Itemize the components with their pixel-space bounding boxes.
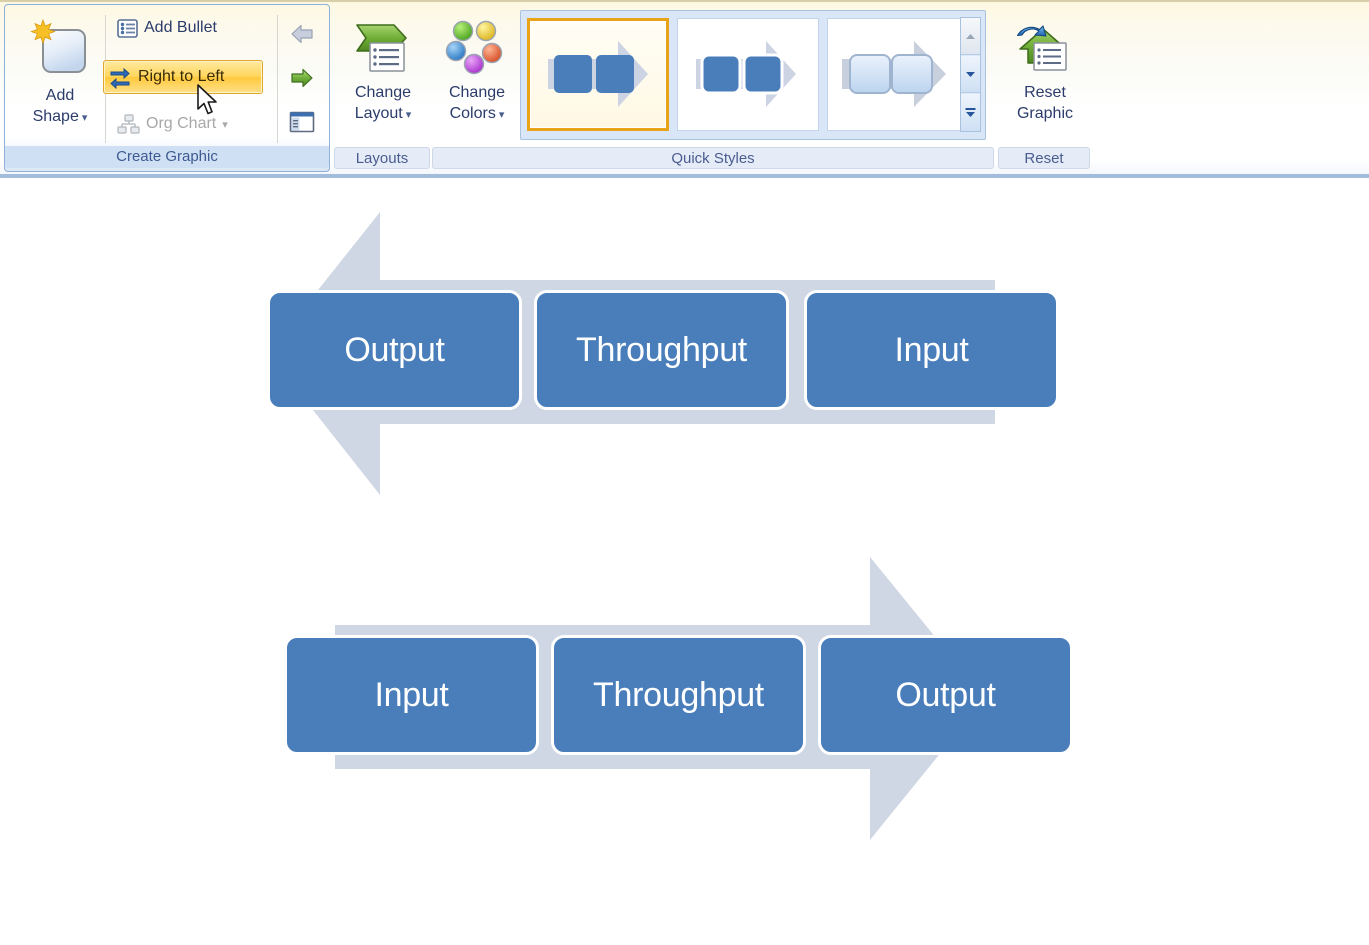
node-label: Throughput [593, 675, 764, 714]
scroll-up-button[interactable] [961, 18, 980, 55]
group-label-reset: Reset [998, 147, 1090, 169]
quick-styles-body: Change Colors ▾ [432, 4, 994, 149]
smartart-diagram-left-to-right[interactable]: Input Throughput Output [270, 547, 1073, 867]
change-layout-icon [352, 19, 414, 82]
add-shape-button[interactable]: Add Shape ▾ [15, 11, 105, 145]
node-input-1[interactable]: Input [804, 290, 1059, 410]
ribbon: Add Shape ▾ Add Bullet Right to Left Org… [0, 0, 1369, 178]
node-label: Output [895, 675, 996, 714]
node-label: Input [894, 330, 969, 369]
node-label: Input [374, 675, 449, 714]
chevron-down-icon: ▾ [78, 112, 88, 124]
chevron-down-icon: ▾ [402, 109, 412, 121]
promote-left-arrow-icon [289, 22, 315, 46]
change-layout-button[interactable]: Change Layout ▾ [338, 10, 428, 144]
add-shape-label-line1: Add [45, 87, 75, 104]
quick-style-item-subtle-effect[interactable] [677, 18, 819, 131]
quick-styles-scrollbar[interactable] [960, 17, 981, 132]
right-to-left-button[interactable]: Right to Left [103, 60, 263, 94]
demote-right-arrow-icon [289, 66, 315, 90]
promote-button[interactable] [284, 17, 320, 51]
add-bullet-button[interactable]: Add Bullet [112, 13, 256, 43]
chevron-down-icon: ▾ [495, 109, 505, 121]
reset-graphic-label-line2: Graphic [1016, 105, 1074, 122]
chevron-down-icon [966, 71, 975, 77]
org-chart-button[interactable]: Org Chart ▾ [112, 109, 262, 139]
org-chart-chevron-down-icon: ▾ [222, 118, 228, 131]
reset-graphic-icon [1014, 19, 1076, 82]
add-shape-icon [30, 18, 90, 85]
reset-body: Reset Graphic [998, 4, 1090, 149]
change-colors-button[interactable]: Change Colors ▾ [434, 10, 520, 144]
reset-graphic-label-line1: Reset [1024, 84, 1066, 101]
ribbon-group-reset: Reset Graphic Reset [998, 4, 1090, 172]
slide-canvas[interactable]: Output Throughput Input Input Throughput… [0, 182, 1369, 945]
ribbon-group-create-graphic: Add Shape ▾ Add Bullet Right to Left Org… [4, 4, 330, 172]
layouts-body: Change Layout ▾ [334, 4, 430, 149]
change-layout-label-line1: Change [354, 84, 412, 101]
change-colors-label-line1: Change [448, 84, 506, 101]
more-quick-styles-button[interactable] [961, 94, 980, 131]
right-to-left-icon [108, 65, 132, 89]
create-graphic-body: Add Shape ▾ Add Bullet Right to Left Org… [5, 5, 329, 150]
node-label: Output [344, 330, 445, 369]
quick-style-item-simple-fill[interactable] [527, 18, 669, 131]
text-pane-button[interactable] [284, 105, 320, 139]
add-shape-label-line2: Shape ▾ [32, 108, 88, 125]
add-bullet-icon [117, 18, 138, 39]
scroll-down-button[interactable] [961, 56, 980, 93]
demote-button[interactable] [284, 61, 320, 95]
node-throughput-2[interactable]: Throughput [551, 635, 806, 755]
org-chart-label: Org Chart [146, 115, 217, 132]
group-label-layouts: Layouts [334, 147, 430, 169]
right-to-left-label: Right to Left [138, 68, 225, 85]
ribbon-top-border [0, 0, 1369, 2]
node-output-2[interactable]: Output [818, 635, 1073, 755]
change-colors-label-line2: Colors ▾ [449, 105, 505, 122]
chevron-up-icon [966, 33, 975, 39]
node-output-1[interactable]: Output [267, 290, 522, 410]
group-label-create-graphic: Create Graphic [5, 146, 329, 168]
ribbon-group-quick-styles: Change Colors ▾ Quick Styles [432, 4, 994, 172]
smartart-diagram-right-to-left[interactable]: Output Throughput Input [250, 202, 1059, 522]
node-input-2[interactable]: Input [284, 635, 539, 755]
text-pane-icon [289, 110, 315, 134]
quick-style-item-moderate-effect[interactable] [827, 18, 969, 131]
ribbon-group-layouts: Change Layout ▾ Layouts [334, 4, 430, 172]
change-colors-icon [445, 19, 509, 82]
quick-styles-gallery [520, 10, 986, 140]
node-throughput-1[interactable]: Throughput [534, 290, 789, 410]
reset-graphic-button[interactable]: Reset Graphic [1000, 10, 1090, 144]
change-layout-label-line2: Layout ▾ [354, 105, 412, 122]
create-graphic-divider-2 [277, 15, 278, 143]
add-bullet-label: Add Bullet [144, 19, 217, 36]
group-label-quick-styles: Quick Styles [432, 147, 994, 169]
node-label: Throughput [576, 330, 747, 369]
more-chevron-icon [965, 108, 976, 117]
org-chart-icon [117, 113, 140, 135]
